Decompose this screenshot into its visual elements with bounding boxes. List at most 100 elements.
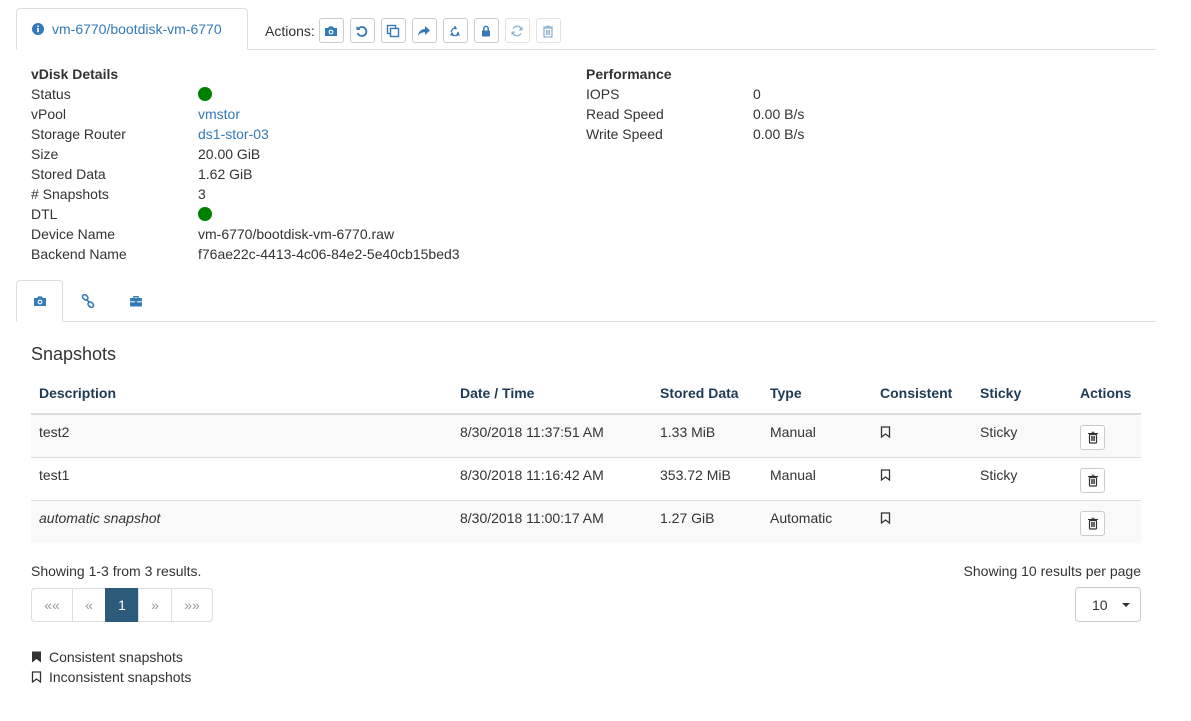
page-1-button[interactable]: 1 [105,588,139,622]
tab-links[interactable] [64,280,111,322]
pagination: «« « 1 » »» [31,588,213,622]
caret-down-icon [1121,602,1130,607]
col-datetime[interactable]: Date / Time [452,372,652,415]
router-link[interactable]: ds1-stor-03 [198,124,269,144]
snapshot-sticky: Sticky [980,423,1018,440]
vdisk-details: vDisk Details Status vPool vmstor Storage… [31,64,460,264]
device-value: vm-6770/bootdisk-vm-6770.raw [198,226,395,242]
bookmark-outline-icon [880,426,891,438]
snapshot-type: Manual [770,466,816,483]
performance-details: Performance IOPS 0 Read Speed 0.00 B/s Wri… [586,64,804,144]
router-row: Storage Router ds1-stor-03 [31,124,460,144]
lock-button[interactable] [473,18,499,43]
camera-icon [33,296,46,306]
col-type[interactable]: Type [762,372,872,415]
col-consistent[interactable]: Consistent [872,372,972,415]
col-stored-data[interactable]: Stored Data [652,372,762,415]
device-row: Device Name vm-6770/bootdisk-vm-6770.raw [31,224,460,244]
snapshot-datetime: 8/30/2018 11:16:42 AM [460,466,604,483]
bookmark-outline-icon [880,512,891,524]
size-label: Size [31,146,59,162]
per-page-summary: Showing 10 results per page [963,563,1141,579]
info-icon [32,23,44,35]
recycle-button[interactable] [442,18,468,43]
vpool-label: vPool [31,106,67,122]
trash-icon [1087,518,1098,530]
snapshot-stored: 1.33 MiB [660,423,716,440]
delete-snapshot-button[interactable] [1080,425,1105,451]
clone-icon [387,24,400,37]
refresh-icon [511,25,523,36]
delete-snapshot-button[interactable] [1080,468,1105,493]
last-page-button[interactable]: »» [171,588,213,622]
table-row: test1 8/30/2018 11:16:42 AM 353.72 MiB M… [31,456,1141,500]
col-description[interactable]: Description [31,372,452,415]
performance-heading: Performance [586,66,672,82]
snapshot-type: Manual [770,423,816,440]
size-row: Size 20.00 GiB [31,144,460,164]
snapshot-description: test1 [39,466,70,483]
snapshot-datetime: 8/30/2018 11:37:51 AM [460,423,604,440]
snapshot-button[interactable] [318,18,344,43]
table-row: test2 8/30/2018 11:37:51 AM 1.33 MiB Man… [31,413,1141,457]
dtl-row: DTL [31,204,460,224]
details-heading: vDisk Details [31,66,119,82]
col-actions: Actions [1072,372,1141,415]
dtl-label: DTL [31,206,58,222]
clone-button[interactable] [380,18,406,43]
detail-tabs [16,280,1156,322]
stored-value: 1.62 GiB [198,166,253,182]
status-label: Status [31,86,71,102]
read-value: 0.00 B/s [753,106,805,122]
tab-snapshots[interactable] [16,280,63,322]
legend-inconsistent-label: Inconsistent snapshots [49,669,192,685]
write-label: Write Speed [586,126,663,142]
per-page-value: 10 [1092,596,1108,613]
link-icon [81,294,94,308]
delete-button[interactable] [535,18,561,43]
actions-toolbar: Actions: [265,18,567,43]
trash-icon [543,24,554,38]
actions-label: Actions: [265,22,315,39]
col-sticky[interactable]: Sticky [972,372,1072,415]
table-header-row: Description Date / Time Stored Data Type… [31,372,1141,415]
prev-page-button[interactable]: « [72,588,106,622]
results-summary: Showing 1-3 from 3 results. [31,563,202,579]
vpool-row: vPool vmstor [31,104,460,124]
iops-row: IOPS 0 [586,84,804,104]
legend-consistent: Consistent snapshots [31,647,191,667]
share-button[interactable] [411,18,437,43]
snapshots-row: # Snapshots 3 [31,184,460,204]
snapshot-description: test2 [39,423,70,440]
snapshot-description: automatic snapshot [39,509,161,526]
tab-management[interactable] [112,280,159,322]
trash-icon [1087,432,1098,444]
bookmark-filled-icon [32,651,41,663]
backend-label: Backend Name [31,246,127,262]
write-value: 0.00 B/s [753,126,805,142]
snapshot-type: Automatic [770,509,833,526]
next-page-button[interactable]: » [138,588,172,622]
rollback-button[interactable] [349,18,375,43]
backend-value: f76ae22c-4413-4c06-84e2-5e40cb15bed3 [198,246,460,262]
header-bar: vm-6770/bootdisk-vm-6770 Actions: [16,8,1156,50]
bookmark-outline-icon [31,671,42,683]
vdisk-tab[interactable]: vm-6770/bootdisk-vm-6770 [16,8,248,50]
per-page-select[interactable]: 10 [1075,587,1141,622]
share-icon [418,25,431,36]
snapshot-sticky: Sticky [980,466,1018,483]
backend-row: Backend Name f76ae22c-4413-4c06-84e2-5e40… [31,244,460,264]
write-row: Write Speed 0.00 B/s [586,124,804,144]
first-page-button[interactable]: «« [31,588,73,622]
trash-icon [1087,474,1098,487]
vpool-link[interactable]: vmstor [198,104,240,124]
delete-snapshot-button[interactable] [1080,511,1105,537]
refresh-button[interactable] [504,18,530,43]
snapshot-datetime: 8/30/2018 11:00:17 AM [460,509,604,526]
table-row: automatic snapshot 8/30/2018 11:00:17 AM… [31,499,1141,543]
device-label: Device Name [31,226,116,242]
recycle-icon [450,25,461,36]
read-row: Read Speed 0.00 B/s [586,104,804,124]
snapshot-stored: 353.72 MiB [660,466,731,483]
snapshots-title: Snapshots [31,344,117,364]
